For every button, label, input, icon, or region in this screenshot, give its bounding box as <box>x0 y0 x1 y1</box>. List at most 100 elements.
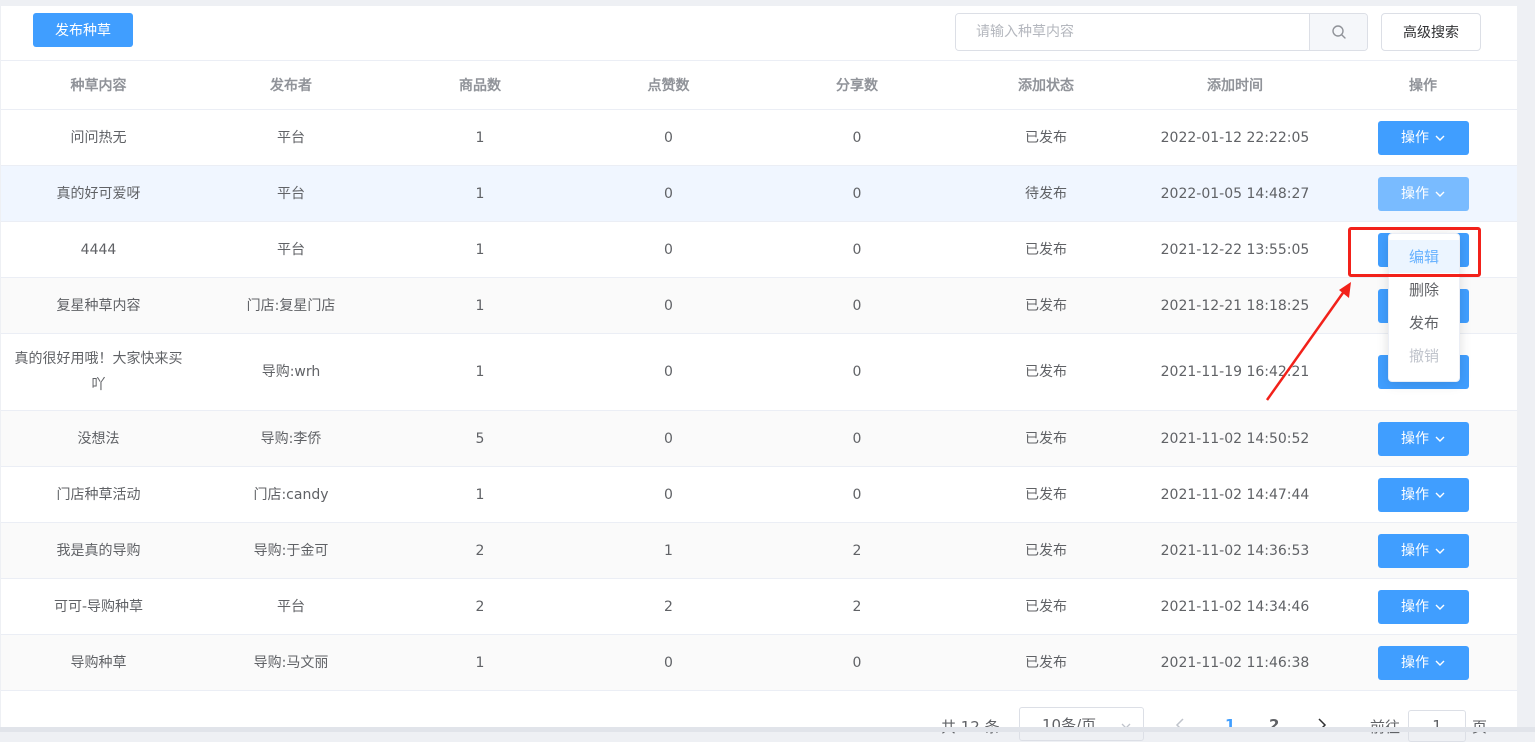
page-size-select[interactable]: 10条/页 <box>1019 707 1144 741</box>
dropdown-item-delete[interactable]: 删除 <box>1389 273 1459 306</box>
cell-status: 已发布 <box>951 109 1141 166</box>
cell-publisher: 门店:复星门店 <box>196 277 386 334</box>
cell-publisher: 导购:于金可 <box>196 522 386 579</box>
cell-shares: 0 <box>763 109 951 166</box>
chevron-down-icon <box>1435 492 1445 498</box>
cell-time: 2022-01-12 22:22:05 <box>1141 109 1329 166</box>
cell-likes: 0 <box>574 410 763 467</box>
cell-time: 2021-12-22 13:55:05 <box>1141 221 1329 278</box>
cell-op: 操作 <box>1329 466 1517 523</box>
advanced-search-button[interactable]: 高级搜索 <box>1381 13 1481 51</box>
cell-status: 已发布 <box>951 578 1141 635</box>
cell-publisher: 平台 <box>196 109 386 166</box>
cell-likes: 0 <box>574 221 763 278</box>
cell-goods: 2 <box>386 578 574 635</box>
cell-likes: 0 <box>574 165 763 222</box>
cell-publisher: 平台 <box>196 221 386 278</box>
cell-content: 问问热无 <box>1 109 196 166</box>
cell-status: 待发布 <box>951 165 1141 222</box>
cell-content: 门店种草活动 <box>1 466 196 523</box>
header-goods[interactable]: 商品数 <box>386 60 574 110</box>
cell-publisher: 导购:李侨 <box>196 410 386 467</box>
operation-button[interactable]: 操作 <box>1377 421 1469 456</box>
operation-button-label: 操作 <box>1401 654 1429 671</box>
cell-likes: 2 <box>574 578 763 635</box>
operation-button-label: 操作 <box>1401 486 1429 503</box>
cell-op: 操作 <box>1329 522 1517 579</box>
publish-button[interactable]: 发布种草 <box>33 13 133 47</box>
cell-status: 已发布 <box>951 221 1141 278</box>
cell-shares: 0 <box>763 333 951 411</box>
cell-likes: 1 <box>574 522 763 579</box>
cell-status: 已发布 <box>951 277 1141 334</box>
operation-button-label: 操作 <box>1401 598 1429 615</box>
cell-goods: 1 <box>386 165 574 222</box>
operation-button[interactable]: 操作 <box>1377 533 1469 568</box>
table-row: 门店种草活动 门店:candy 1 0 0 已发布 2021-11-02 14:47:44 操… <box>1 466 1517 523</box>
search-box <box>955 13 1368 51</box>
operation-button[interactable]: 操作 <box>1377 120 1469 155</box>
header-status[interactable]: 添加状态 <box>951 60 1141 110</box>
cell-time: 2021-11-02 11:46:38 <box>1141 634 1329 691</box>
cell-publisher: 平台 <box>196 165 386 222</box>
operation-button[interactable]: 操作 <box>1377 645 1469 680</box>
search-input[interactable] <box>956 14 1309 50</box>
header-time[interactable]: 添加时间 <box>1141 60 1329 110</box>
cell-goods: 2 <box>386 522 574 579</box>
annotation-arrow-icon <box>1265 282 1351 401</box>
header-shares[interactable]: 分享数 <box>763 60 951 110</box>
cell-shares: 0 <box>763 634 951 691</box>
header-content[interactable]: 种草内容 <box>1 60 196 110</box>
cell-shares: 2 <box>763 578 951 635</box>
table-header-row: 种草内容 发布者 商品数 点赞数 分享数 添加状态 添加时间 操作 <box>1 60 1517 110</box>
cell-op: 操作 <box>1329 410 1517 467</box>
dropdown-item-publish[interactable]: 发布 <box>1389 306 1459 339</box>
operation-button[interactable]: 操作 <box>1377 176 1469 211</box>
cell-likes: 0 <box>574 277 763 334</box>
search-button[interactable] <box>1309 14 1367 50</box>
cell-content: 真的好可爱呀 <box>1 165 196 222</box>
main-panel: 发布种草 高级搜索 种草内容 发布者 商品数 点赞数 分享数 添加状态 添加时间 <box>1 6 1517 742</box>
cell-goods: 5 <box>386 410 574 467</box>
chevron-down-icon <box>1435 191 1445 197</box>
cell-likes: 0 <box>574 333 763 411</box>
operation-button-label: 操作 <box>1401 185 1429 202</box>
operation-button-label: 操作 <box>1401 430 1429 447</box>
goto-page-input[interactable]: 1 <box>1408 710 1466 742</box>
table-row: 问问热无 平台 1 0 0 已发布 2022-01-12 22:22:05 操作 <box>1 109 1517 166</box>
cell-goods: 1 <box>386 221 574 278</box>
header-publisher[interactable]: 发布者 <box>196 60 386 110</box>
header-op[interactable]: 操作 <box>1329 60 1517 110</box>
cell-op: 操作 <box>1329 578 1517 635</box>
horizontal-scrollbar[interactable] <box>0 727 1535 732</box>
cell-content: 没想法 <box>1 410 196 467</box>
table-row: 4444平台100已发布2021-12-22 13:55:05操作 <box>1 221 1517 278</box>
operation-button[interactable]: 操作 <box>1377 477 1469 512</box>
operation-button[interactable]: 操作 <box>1377 589 1469 624</box>
cell-content: 4444 <box>1 221 196 278</box>
chevron-down-icon <box>1435 135 1445 141</box>
table-row: 导购种草 导购:马文丽 1 0 0 已发布 2021-11-02 11:46:38 操作 <box>1 634 1517 691</box>
cell-time: 2022-01-05 14:48:27 <box>1141 165 1329 222</box>
cell-publisher: 导购:马文丽 <box>196 634 386 691</box>
cell-content: 复星种草内容 <box>1 277 196 334</box>
cell-content: 可可-导购种草 <box>1 578 196 635</box>
cell-status: 已发布 <box>951 410 1141 467</box>
operation-button-label: 操作 <box>1401 542 1429 559</box>
chevron-down-icon <box>1435 436 1445 442</box>
cell-publisher: 平台 <box>196 578 386 635</box>
table-row: 我是真的导购 导购:于金可 2 1 2 已发布 2021-11-02 14:36:53 操作 <box>1 522 1517 579</box>
cell-shares: 0 <box>763 165 951 222</box>
search-icon <box>1331 25 1346 39</box>
cell-shares: 2 <box>763 522 951 579</box>
header-likes[interactable]: 点赞数 <box>574 60 763 110</box>
cell-goods: 1 <box>386 333 574 411</box>
chevron-down-icon <box>1435 604 1445 610</box>
cell-publisher: 门店:candy <box>196 466 386 523</box>
cell-shares: 0 <box>763 277 951 334</box>
table-row: 可可-导购种草 平台 2 2 2 已发布 2021-11-02 14:34:46 操作 <box>1 578 1517 635</box>
pagination: 共 12 条 10条/页 1 2 前往 1 页 <box>1 706 1517 742</box>
cell-content: 我是真的导购 <box>1 522 196 579</box>
cell-goods: 1 <box>386 109 574 166</box>
cell-goods: 1 <box>386 466 574 523</box>
